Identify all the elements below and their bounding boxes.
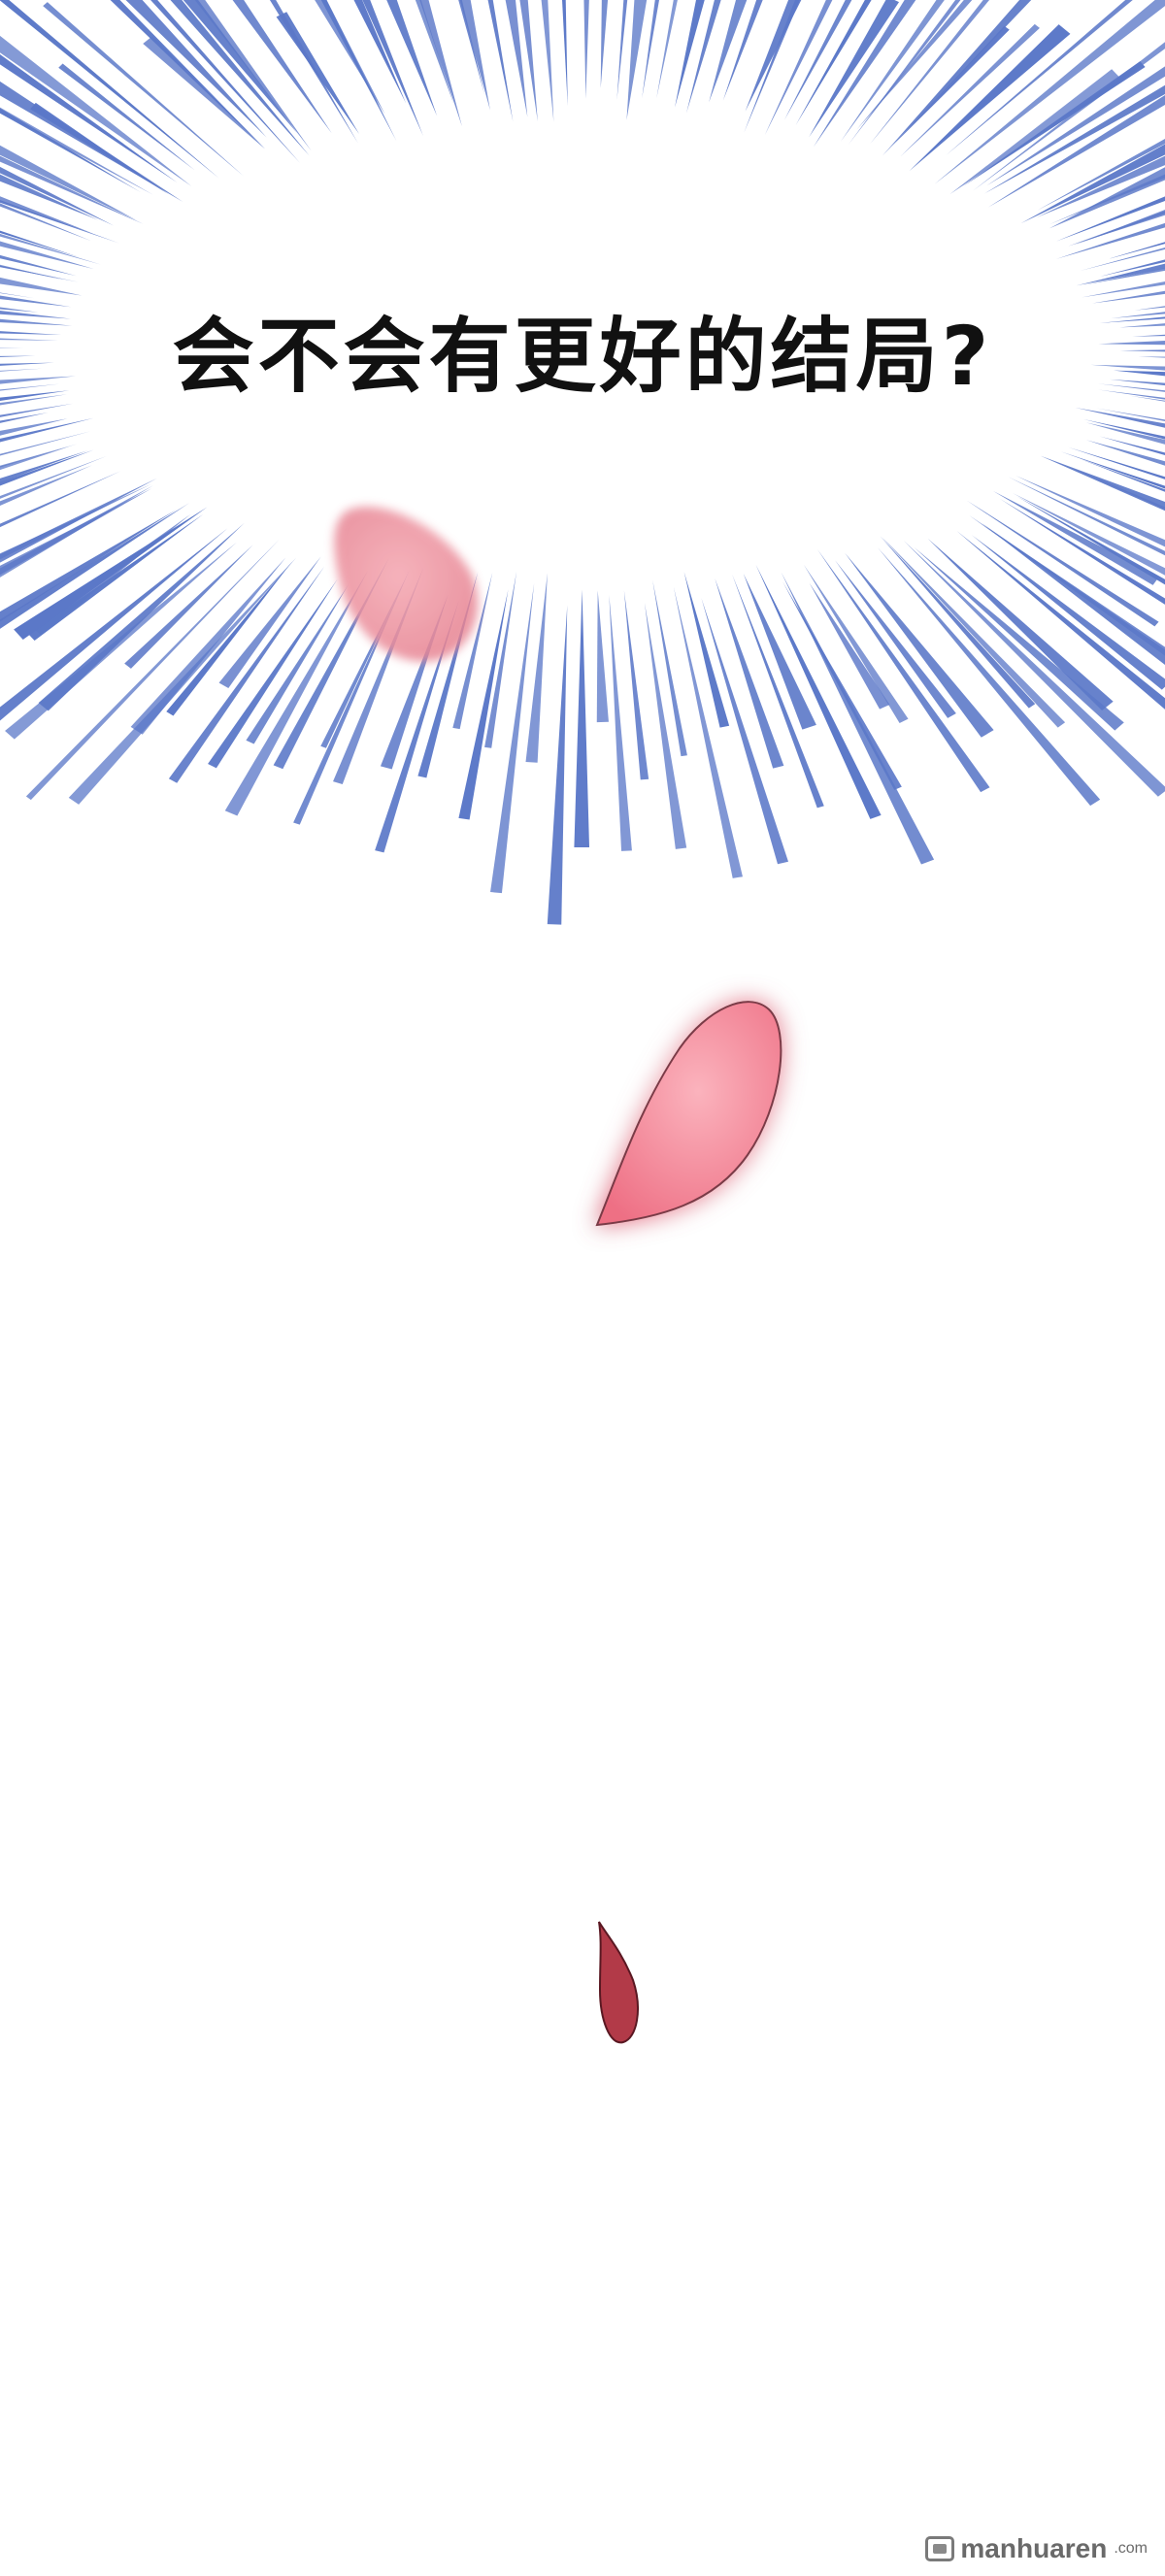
watermark-tld: .com xyxy=(1114,2540,1148,2557)
watermark-name: manhuaren xyxy=(960,2533,1108,2563)
speed-line xyxy=(0,277,83,296)
speed-line xyxy=(999,498,1165,605)
speed-line xyxy=(701,598,789,865)
speed-line xyxy=(547,605,568,925)
speed-line xyxy=(484,571,517,748)
speed-line xyxy=(541,0,554,122)
speed-line xyxy=(652,579,687,757)
speed-line xyxy=(0,0,219,179)
speed-line xyxy=(0,292,35,299)
speed-line xyxy=(525,573,548,763)
speed-line xyxy=(626,0,648,120)
speed-line xyxy=(583,0,589,99)
speed-line xyxy=(490,582,535,894)
manhuaren-logo-icon xyxy=(925,2536,955,2561)
speed-line xyxy=(459,0,490,111)
petal-blurred xyxy=(334,507,479,662)
speech-caption: 会不会有更好的结局? xyxy=(172,309,993,404)
speed-line xyxy=(487,0,514,122)
speed-line xyxy=(596,590,609,723)
speed-line xyxy=(880,536,1036,709)
speed-line xyxy=(124,545,253,669)
speed-line xyxy=(900,23,1040,157)
speed-line xyxy=(0,471,121,528)
speed-line xyxy=(683,572,730,728)
speed-line xyxy=(562,0,568,106)
speed-line xyxy=(0,444,78,468)
speed-line xyxy=(755,564,882,819)
site-watermark: manhuaren .com xyxy=(925,2533,1148,2564)
speed-line xyxy=(809,582,890,710)
speed-line xyxy=(574,589,590,848)
speed-lines-burst xyxy=(0,0,1165,925)
petal-pink xyxy=(595,1001,782,1227)
speed-line xyxy=(600,0,609,88)
speed-line xyxy=(623,590,649,780)
speed-line xyxy=(0,418,68,436)
speed-line xyxy=(143,36,265,149)
petal-dark-red xyxy=(598,1921,639,2044)
speed-line xyxy=(419,0,462,127)
